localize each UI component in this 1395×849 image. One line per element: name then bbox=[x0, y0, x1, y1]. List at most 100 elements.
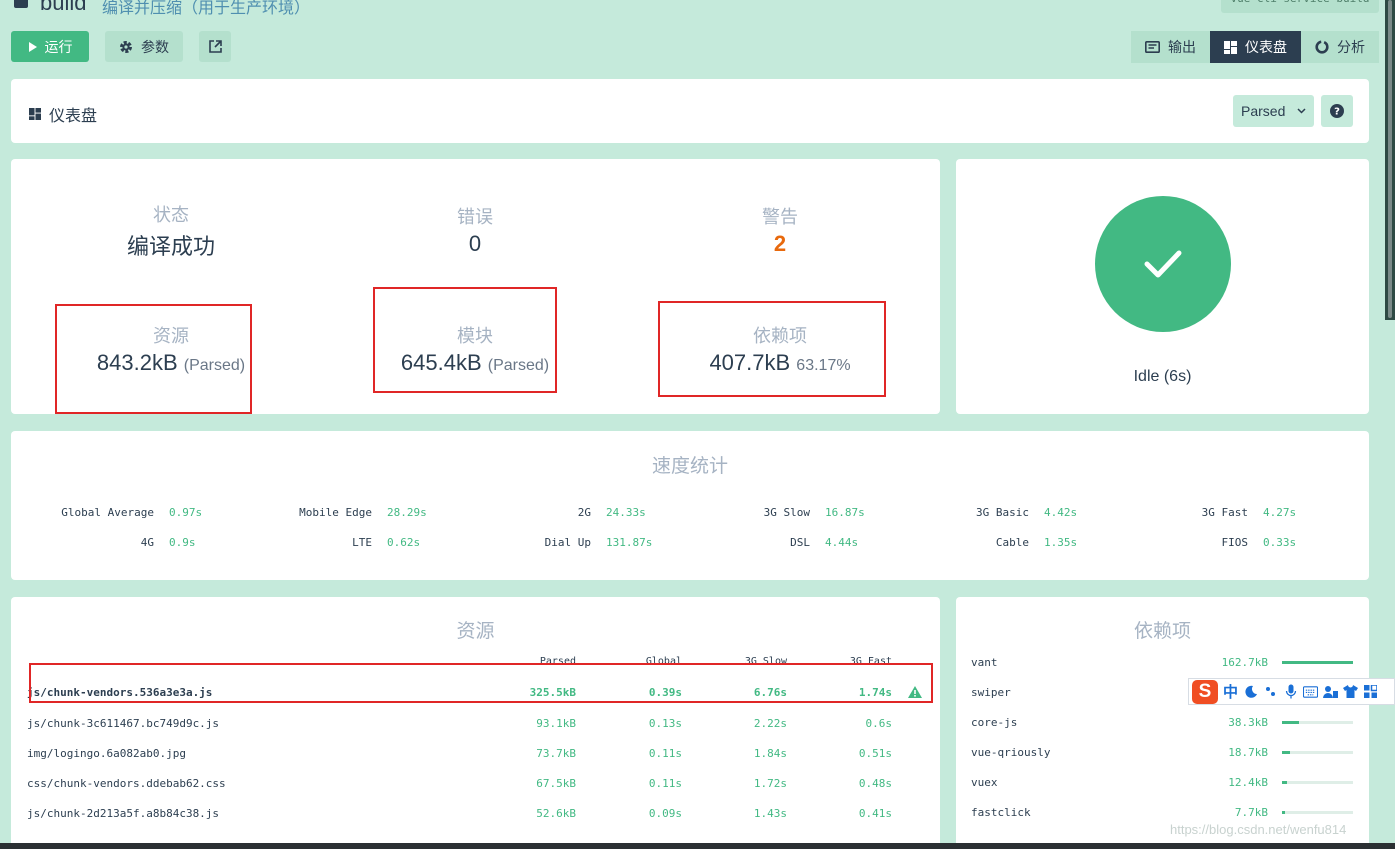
params-label: 参数 bbox=[141, 38, 169, 55]
taskbar-edge bbox=[0, 843, 1395, 849]
dependency-bar bbox=[1282, 751, 1353, 754]
tab-dashboard-label: 仪表盘 bbox=[1245, 39, 1287, 55]
asset-global: 0.09s bbox=[648, 807, 682, 820]
help-icon: ? bbox=[1330, 104, 1344, 118]
speed-label: Dial Up bbox=[544, 536, 591, 549]
speed-label: LTE bbox=[352, 536, 372, 549]
asset-parsed: 52.6kB bbox=[536, 807, 576, 820]
project-name: build bbox=[40, 0, 87, 15]
punctuation-icon[interactable] bbox=[1263, 684, 1278, 699]
watermark: https://blog.csdn.net/wenfu814 bbox=[1170, 822, 1347, 837]
dependency-bar bbox=[1282, 721, 1353, 724]
tab-analyzer[interactable]: 分析 bbox=[1301, 31, 1379, 63]
grid-menu-icon[interactable] bbox=[1363, 684, 1378, 699]
dashboard-icon bbox=[29, 108, 41, 120]
command-tag: vue-cli-service build bbox=[1221, 0, 1379, 13]
moon-icon[interactable] bbox=[1243, 684, 1258, 699]
dashboard-title: 仪表盘 bbox=[29, 102, 97, 126]
asset-parsed: 73.7kB bbox=[536, 747, 576, 760]
speed-label: FIOS bbox=[1221, 536, 1249, 549]
tab-dashboard[interactable]: 仪表盘 bbox=[1210, 31, 1301, 63]
asset-3g-slow: 1.43s bbox=[753, 807, 787, 820]
ime-mode-toggle[interactable]: 中 bbox=[1223, 681, 1238, 702]
speed-value: 4.44s bbox=[825, 536, 859, 549]
status-text: Idle (6s) bbox=[1133, 368, 1192, 385]
speed-value: 0.62s bbox=[387, 536, 421, 549]
tab-output[interactable]: 输出 bbox=[1131, 31, 1210, 63]
dependencies-title: 依赖项 bbox=[1133, 621, 1191, 642]
asset-name: js/chunk-2d213a5f.a8b84c38.js bbox=[27, 807, 220, 820]
dependency-bar bbox=[1282, 811, 1353, 814]
terminal-icon bbox=[1145, 41, 1160, 53]
dependency-size: 18.7kB bbox=[1228, 746, 1268, 759]
dependency-bar-fill bbox=[1282, 751, 1291, 754]
check-icon bbox=[1144, 250, 1182, 278]
stat-errors-value: 0 bbox=[468, 231, 482, 256]
stat-status: 状态 编译成功 bbox=[71, 201, 271, 261]
assets-card: 资源 Parsed Global 3G Slow 3G Fast js/chun… bbox=[11, 597, 940, 849]
donut-chart-icon bbox=[1315, 40, 1329, 54]
help-button[interactable]: ? bbox=[1321, 95, 1353, 127]
project-icon bbox=[14, 0, 28, 8]
stat-warnings-value: 2 bbox=[773, 231, 787, 256]
speed-value: 16.87s bbox=[825, 506, 865, 519]
speed-value: 0.97s bbox=[169, 506, 203, 519]
dependency-size: 38.3kB bbox=[1228, 716, 1268, 729]
speed-label: 3G Basic bbox=[976, 506, 1029, 519]
asset-3g-fast: 0.51s bbox=[858, 747, 892, 760]
speed-value: 0.33s bbox=[1263, 536, 1297, 549]
open-external-button[interactable] bbox=[199, 31, 231, 62]
speed-value: 4.42s bbox=[1044, 506, 1078, 519]
speed-value: 0.9s bbox=[169, 536, 196, 549]
dashboard-header: 仪表盘 Parsed ? bbox=[11, 79, 1369, 143]
speed-label: 2G bbox=[577, 506, 591, 519]
highlight-box-assets bbox=[55, 304, 252, 414]
asset-name: css/chunk-vendors.ddebab62.css bbox=[27, 777, 226, 790]
dependencies-card: 依赖项 vant 162.7kB swiper core-js 38.3kB v… bbox=[956, 597, 1369, 849]
highlight-box-dependencies bbox=[658, 301, 886, 397]
asset-3g-fast: 0.41s bbox=[858, 807, 892, 820]
speed-value: 1.35s bbox=[1044, 536, 1078, 549]
speed-value: 28.29s bbox=[387, 506, 427, 519]
params-button[interactable]: 参数 bbox=[105, 31, 183, 62]
dashboard-title-text: 仪表盘 bbox=[49, 108, 98, 125]
keyboard-icon[interactable] bbox=[1303, 684, 1319, 699]
external-link-icon bbox=[208, 40, 222, 53]
speed-label: Cable bbox=[995, 536, 1029, 549]
window-scrollbar[interactable] bbox=[1385, 0, 1395, 320]
run-button[interactable]: 运行 bbox=[11, 31, 89, 62]
asset-name: js/chunk-3c611467.bc749d9c.js bbox=[27, 717, 220, 730]
tab-analyzer-label: 分析 bbox=[1337, 39, 1365, 55]
dependency-bar bbox=[1282, 781, 1353, 784]
ime-toolbar[interactable]: S 中 bbox=[1188, 678, 1395, 705]
assets-title: 资源 bbox=[456, 621, 495, 642]
size-mode-select[interactable]: Parsed bbox=[1233, 95, 1314, 127]
asset-name: img/logingo.6a082ab0.jpg bbox=[27, 747, 186, 760]
microphone-icon[interactable] bbox=[1283, 684, 1298, 699]
view-tabs: 输出 仪表盘 分析 bbox=[1131, 31, 1379, 63]
user-settings-icon[interactable] bbox=[1323, 684, 1339, 699]
dependency-bar-fill bbox=[1282, 811, 1286, 814]
asset-parsed: 67.5kB bbox=[536, 777, 576, 790]
speed-value: 131.87s bbox=[606, 536, 653, 549]
dependency-name: fastclick bbox=[971, 806, 1031, 819]
dependency-bar-fill bbox=[1282, 661, 1353, 664]
dependency-bar-fill bbox=[1282, 781, 1288, 784]
dependency-size: 7.7kB bbox=[1234, 806, 1268, 819]
dependency-size: 162.7kB bbox=[1221, 656, 1268, 669]
asset-3g-fast: 0.48s bbox=[858, 777, 892, 790]
speed-label: Mobile Edge bbox=[299, 506, 372, 519]
dependency-name: vuex bbox=[971, 776, 998, 789]
speed-stats-card: 速度统计 Global Average 0.97s Mobile Edge 28… bbox=[11, 431, 1369, 580]
dependency-name: vue-qriously bbox=[971, 746, 1051, 759]
speed-value: 24.33s bbox=[606, 506, 646, 519]
dependency-name: vant bbox=[971, 656, 998, 669]
asset-3g-fast: 0.6s bbox=[865, 717, 893, 730]
stat-errors: 错误 0 bbox=[375, 203, 575, 257]
play-icon bbox=[28, 41, 37, 52]
gear-icon bbox=[120, 40, 132, 53]
shirt-icon[interactable] bbox=[1343, 684, 1359, 699]
dependency-name: core-js bbox=[971, 716, 1018, 729]
project-header: build 编译并压缩（用于生产环境） vue-cli-service buil… bbox=[0, 0, 1395, 17]
build-status-card: Idle (6s) bbox=[956, 159, 1369, 414]
